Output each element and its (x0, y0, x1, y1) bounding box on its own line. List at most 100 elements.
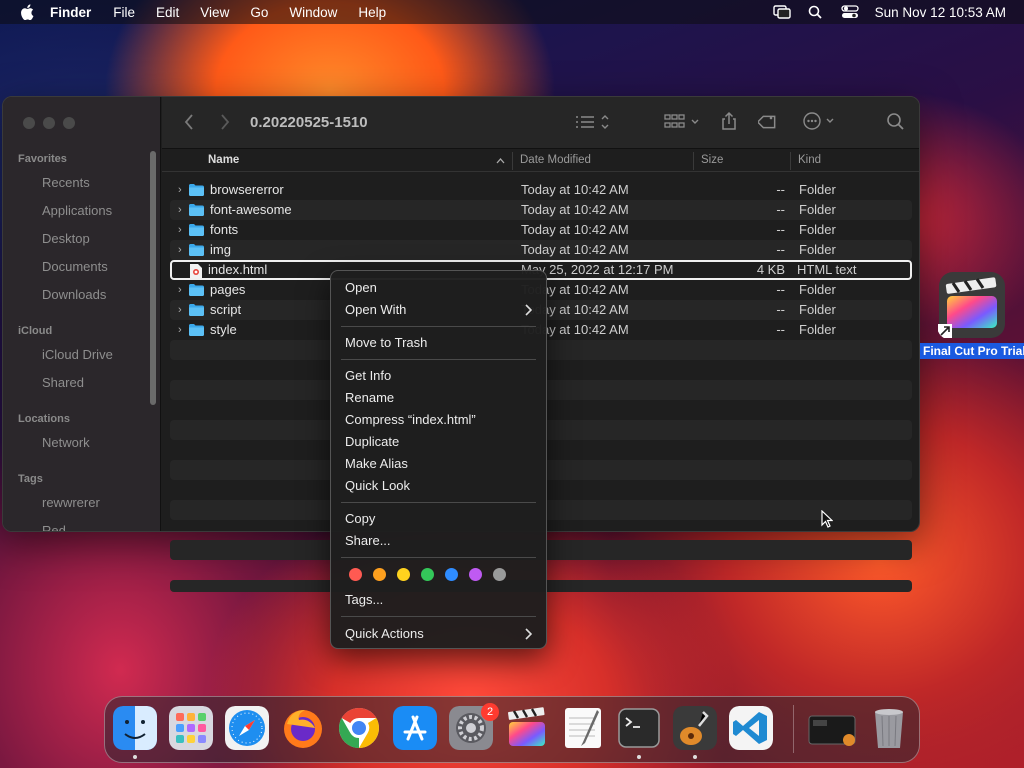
forward-icon[interactable] (220, 113, 230, 131)
vscode-dock-icon[interactable] (729, 706, 773, 750)
tag-color-green[interactable] (421, 568, 434, 581)
table-row[interactable]: › font-awesome Today at 10:42 AM -- Fold… (170, 200, 912, 220)
table-row[interactable]: › browsererror Today at 10:42 AM -- Fold… (170, 180, 912, 200)
menu-separator (341, 502, 536, 503)
textedit-dock-icon[interactable] (561, 706, 605, 750)
disclosure-chevron-icon[interactable]: › (178, 204, 186, 216)
menu-item-rename[interactable]: Rename (345, 390, 394, 405)
spotlight-search-icon[interactable] (807, 5, 825, 19)
finder-dock-icon[interactable] (113, 706, 157, 750)
tag-color-purple[interactable] (469, 568, 482, 581)
safari-dock-icon[interactable] (225, 706, 269, 750)
list-view-icon[interactable] (574, 113, 612, 131)
zoom-button[interactable] (63, 117, 75, 129)
disclosure-chevron-icon[interactable]: › (178, 284, 186, 296)
sidebar-item-network[interactable]: Network (42, 435, 90, 450)
menu-item-move-to-trash[interactable]: Move to Trash (345, 335, 427, 350)
minimize-button[interactable] (43, 117, 55, 129)
menu-edit[interactable]: Edit (156, 5, 179, 20)
close-button[interactable] (23, 117, 35, 129)
menubar-clock[interactable]: Sun Nov 12 10:53 AM (875, 5, 1006, 20)
chevron-right-icon (525, 304, 532, 316)
menu-separator (341, 359, 536, 360)
menu-help[interactable]: Help (358, 5, 386, 20)
column-name[interactable]: Name (208, 154, 239, 166)
sidebar-item-tag-rewwrerer[interactable]: rewwrerer (42, 495, 100, 510)
column-date-modified[interactable]: Date Modified (520, 154, 591, 166)
menu-item-quick-actions[interactable]: Quick Actions (345, 626, 424, 641)
column-divider[interactable] (790, 152, 791, 170)
tag-color-blue[interactable] (445, 568, 458, 581)
apple-menu-icon[interactable] (20, 4, 34, 20)
column-kind[interactable]: Kind (798, 154, 821, 166)
group-icon[interactable] (664, 113, 702, 131)
more-actions-icon[interactable] (802, 111, 838, 131)
sidebar: Favorites Recents Applications Desktop D… (3, 97, 161, 531)
tag-color-red[interactable] (349, 568, 362, 581)
table-row[interactable]: › fonts Today at 10:42 AM -- Folder (170, 220, 912, 240)
search-icon[interactable] (886, 112, 906, 132)
menu-item-make-alias[interactable]: Make Alias (345, 456, 408, 471)
final-cut-pro-dock-icon[interactable] (505, 706, 549, 750)
sidebar-item-tag-red[interactable]: Red (42, 523, 66, 531)
control-center-icon[interactable] (841, 5, 859, 19)
sidebar-item-icloud-drive[interactable]: iCloud Drive (42, 347, 113, 362)
sidebar-scrollbar[interactable] (150, 151, 156, 405)
screen-mirroring-icon[interactable] (772, 5, 791, 19)
file-kind: Folder (799, 282, 836, 297)
sidebar-item-shared[interactable]: Shared (42, 375, 84, 390)
table-row[interactable]: › img Today at 10:42 AM -- Folder (170, 240, 912, 260)
disclosure-chevron-icon[interactable]: › (178, 224, 186, 236)
final-cut-pro-icon[interactable] (937, 270, 1007, 340)
garageband-dock-icon[interactable] (673, 706, 717, 750)
file-date: Today at 10:42 AM (521, 222, 629, 237)
back-icon[interactable] (184, 113, 194, 131)
menu-item-open-with[interactable]: Open With (345, 302, 406, 317)
disclosure-chevron-icon[interactable]: › (178, 184, 186, 196)
menu-item-copy[interactable]: Copy (345, 511, 375, 526)
menu-view[interactable]: View (200, 5, 229, 20)
firefox-dock-icon[interactable] (281, 706, 325, 750)
disclosure-chevron-icon[interactable]: › (178, 244, 186, 256)
sidebar-item-desktop[interactable]: Desktop (42, 231, 90, 246)
menu-go[interactable]: Go (250, 5, 268, 20)
tag-color-yellow[interactable] (397, 568, 410, 581)
terminal-dock-icon[interactable] (617, 706, 661, 750)
disclosure-chevron-icon[interactable]: › (178, 304, 186, 316)
trash-dock-icon[interactable] (867, 706, 911, 750)
column-divider[interactable] (512, 152, 513, 170)
tag-color-gray[interactable] (493, 568, 506, 581)
window-controls (23, 117, 75, 129)
tag-color-orange[interactable] (373, 568, 386, 581)
menu-item-duplicate[interactable]: Duplicate (345, 434, 399, 449)
disclosure-chevron-icon[interactable]: › (178, 324, 186, 336)
app-store-dock-icon[interactable] (393, 706, 437, 750)
sidebar-section-tags: Tags (18, 473, 43, 485)
menu-item-open[interactable]: Open (345, 280, 377, 295)
menu-item-share[interactable]: Share... (345, 533, 391, 548)
share-icon[interactable] (720, 111, 738, 131)
sidebar-item-documents[interactable]: Documents (42, 259, 108, 274)
menu-finder[interactable]: Finder (50, 5, 91, 20)
column-size[interactable]: Size (701, 154, 723, 166)
sort-ascending-icon[interactable] (496, 157, 505, 164)
folder-icon (189, 244, 204, 256)
column-divider[interactable] (693, 152, 694, 170)
final-cut-pro-label[interactable]: Final Cut Pro Trial (920, 343, 1024, 359)
menu-item-compress[interactable]: Compress “index.html” (345, 412, 476, 427)
menu-item-quick-look[interactable]: Quick Look (345, 478, 410, 493)
menu-file[interactable]: File (113, 5, 135, 20)
recent-stack-dock-icon[interactable] (807, 706, 857, 750)
sidebar-item-downloads[interactable]: Downloads (42, 287, 106, 302)
file-name: font-awesome (210, 202, 292, 217)
folder-icon (189, 304, 204, 316)
menu-item-get-info[interactable]: Get Info (345, 368, 391, 383)
tag-icon[interactable] (758, 111, 780, 131)
launchpad-dock-icon[interactable] (169, 706, 213, 750)
sidebar-item-recents[interactable]: Recents (42, 175, 90, 190)
menu-window[interactable]: Window (289, 5, 337, 20)
chrome-dock-icon[interactable] (337, 706, 381, 750)
file-size: -- (776, 242, 785, 257)
menu-item-tags[interactable]: Tags... (345, 592, 383, 607)
sidebar-item-applications[interactable]: Applications (42, 203, 112, 218)
